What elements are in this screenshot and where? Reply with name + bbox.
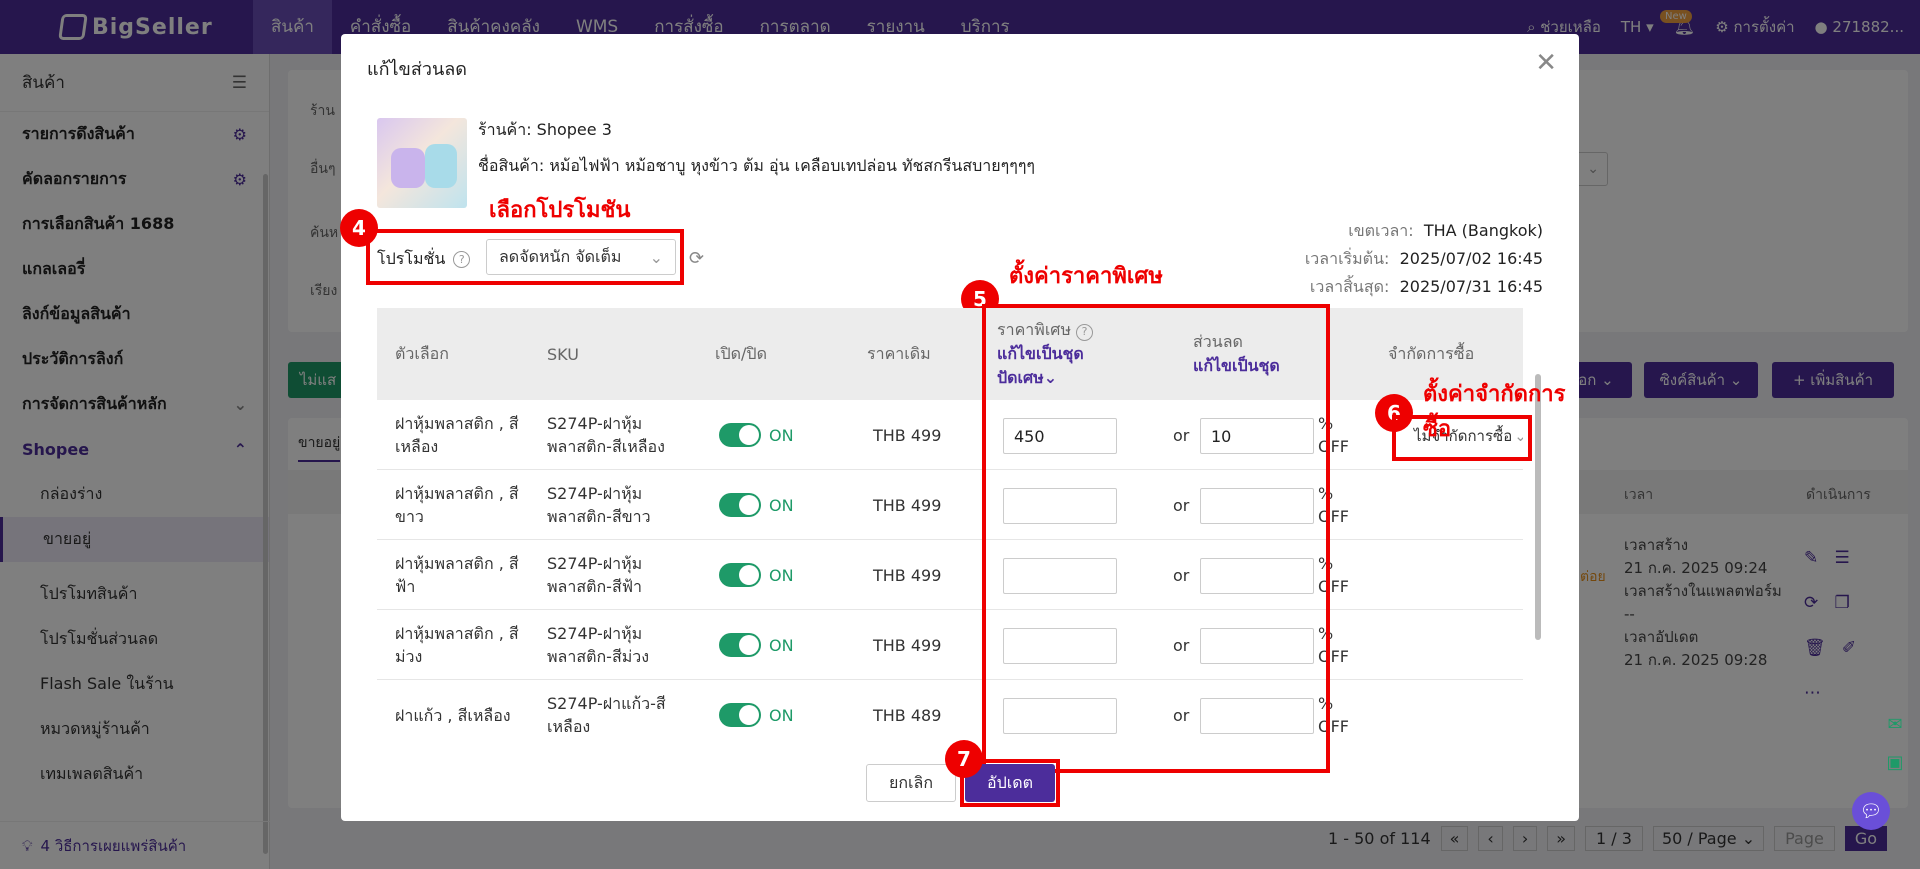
highlight-purchase-limit <box>1392 415 1532 461</box>
toggle-switch[interactable] <box>719 633 761 657</box>
edit-discount-modal: แก้ไขส่วนลด ✕ ร้านค้า: Shopee 3 ชื่อสินค… <box>340 34 1579 821</box>
row-option: ฝาหุ้มพลาสติก , สีฟ้า <box>395 554 519 596</box>
toggle-switch[interactable] <box>719 423 761 447</box>
promo-select[interactable]: ลดจัดหนัก จัดเต็ม ⌄ <box>486 239 676 275</box>
table-row: ฝาหุ้มพลาสติก , สีขาว S274P-ฝาหุ้มพลาสติก… <box>377 470 1523 540</box>
end-time-info: เวลาสิ้นสุด: 2025/07/31 16:45 <box>1309 277 1543 296</box>
table-row: ฝาหุ้มพลาสติก , สีเหลือง S274P-ฝาหุ้มพลาส… <box>377 400 1523 470</box>
row-option: ฝาหุ้มพลาสติก , สีขาว <box>395 484 519 526</box>
row-option: ฝาหุ้มพลาสติก , สีเหลือง <box>395 414 519 456</box>
row-original-price: THB 499 <box>873 565 942 585</box>
col-original-price: ราคาเดิม <box>867 343 931 363</box>
chevron-down-icon: ⌄ <box>649 247 663 267</box>
row-toggle[interactable]: ON <box>719 680 794 738</box>
toggle-switch[interactable] <box>719 703 761 727</box>
row-sku: S274P-ฝาหุ้มพลาสติก-สีม่วง <box>547 624 650 666</box>
timezone-info: เขตเวลา: THA (Bangkok) <box>1348 221 1543 240</box>
modal-title: แก้ไขส่วนลด <box>367 59 467 80</box>
row-toggle[interactable]: ON <box>719 540 794 610</box>
book-icon[interactable]: ▣ <box>1878 744 1912 782</box>
annotation-select-promo: เลือกโปรโมชัน <box>489 198 631 223</box>
row-original-price: THB 499 <box>873 495 942 515</box>
row-sku: S274P-ฝาหุ้มพลาสติก-สีเหลือง <box>547 414 665 456</box>
col-toggle: เปิด/ปิด <box>715 343 767 363</box>
row-toggle[interactable]: ON <box>719 610 794 680</box>
cancel-button[interactable]: ยกเลิก <box>866 764 956 802</box>
start-time-info: เวลาเริ่มต้น: 2025/07/02 16:45 <box>1304 249 1543 268</box>
annotation-set-special-price: ตั้งค่าราคาพิเศษ <box>1009 264 1163 289</box>
highlight-special-price-discount <box>982 304 1330 773</box>
col-option: ตัวเลือก <box>395 343 449 363</box>
refresh-icon[interactable]: ⟳ <box>689 248 704 269</box>
row-option: ฝาหุ้มพลาสติก , สีม่วง <box>395 624 519 666</box>
table-row: ฝาหุ้มพลาสติก , สีฟ้า S274P-ฝาหุ้มพลาสติก… <box>377 540 1523 610</box>
row-toggle[interactable]: ON <box>719 400 794 470</box>
toggle-switch[interactable] <box>719 493 761 517</box>
close-icon[interactable]: ✕ <box>1535 48 1557 78</box>
step-badge-7: 7 <box>945 740 983 778</box>
table-row: ฝาหุ้มพลาสติก , สีม่วง S274P-ฝาหุ้มพลาสติ… <box>377 610 1523 680</box>
row-sku: S274P-ฝาแก้ว-สีเหลือง <box>547 694 666 736</box>
table-row: ฝาแก้ว , สีเหลือง S274P-ฝาแก้ว-สีเหลือง ON… <box>377 680 1523 738</box>
col-sku: SKU <box>547 344 579 364</box>
row-original-price: THB 499 <box>873 425 942 445</box>
help-icon[interactable]: ? <box>453 251 471 268</box>
table-header: ตัวเลือก SKU เปิด/ปิด ราคาเดิม ราคาพิเศษ… <box>377 308 1523 400</box>
floating-tools: ✉ ▣ <box>1878 706 1912 782</box>
support-icon[interactable]: ✉ <box>1878 706 1912 744</box>
variation-table: ตัวเลือก SKU เปิด/ปิด ราคาเดิม ราคาพิเศษ… <box>377 308 1523 738</box>
row-sku: S274P-ฝาหุ้มพลาสติก-สีฟ้า <box>547 554 643 596</box>
chat-icon: 💬︎ <box>1859 800 1883 822</box>
chat-button[interactable]: 💬︎ <box>1852 792 1890 830</box>
promo-label: โปรโมชั่น? <box>377 247 471 272</box>
row-original-price: THB 499 <box>873 635 942 655</box>
toggle-switch[interactable] <box>719 563 761 587</box>
row-original-price: THB 489 <box>873 705 942 725</box>
row-option: ฝาแก้ว , สีเหลือง <box>395 705 511 725</box>
product-name: ชื่อสินค้า: หม้อไฟฟ้า หม้อชาบู หุงข้าว ต… <box>478 156 1036 175</box>
product-thumbnail <box>377 118 467 208</box>
row-sku: S274P-ฝาหุ้มพลาสติก-สีขาว <box>547 484 651 526</box>
shop-name: ร้านค้า: Shopee 3 <box>478 120 612 139</box>
row-toggle[interactable]: ON <box>719 470 794 540</box>
